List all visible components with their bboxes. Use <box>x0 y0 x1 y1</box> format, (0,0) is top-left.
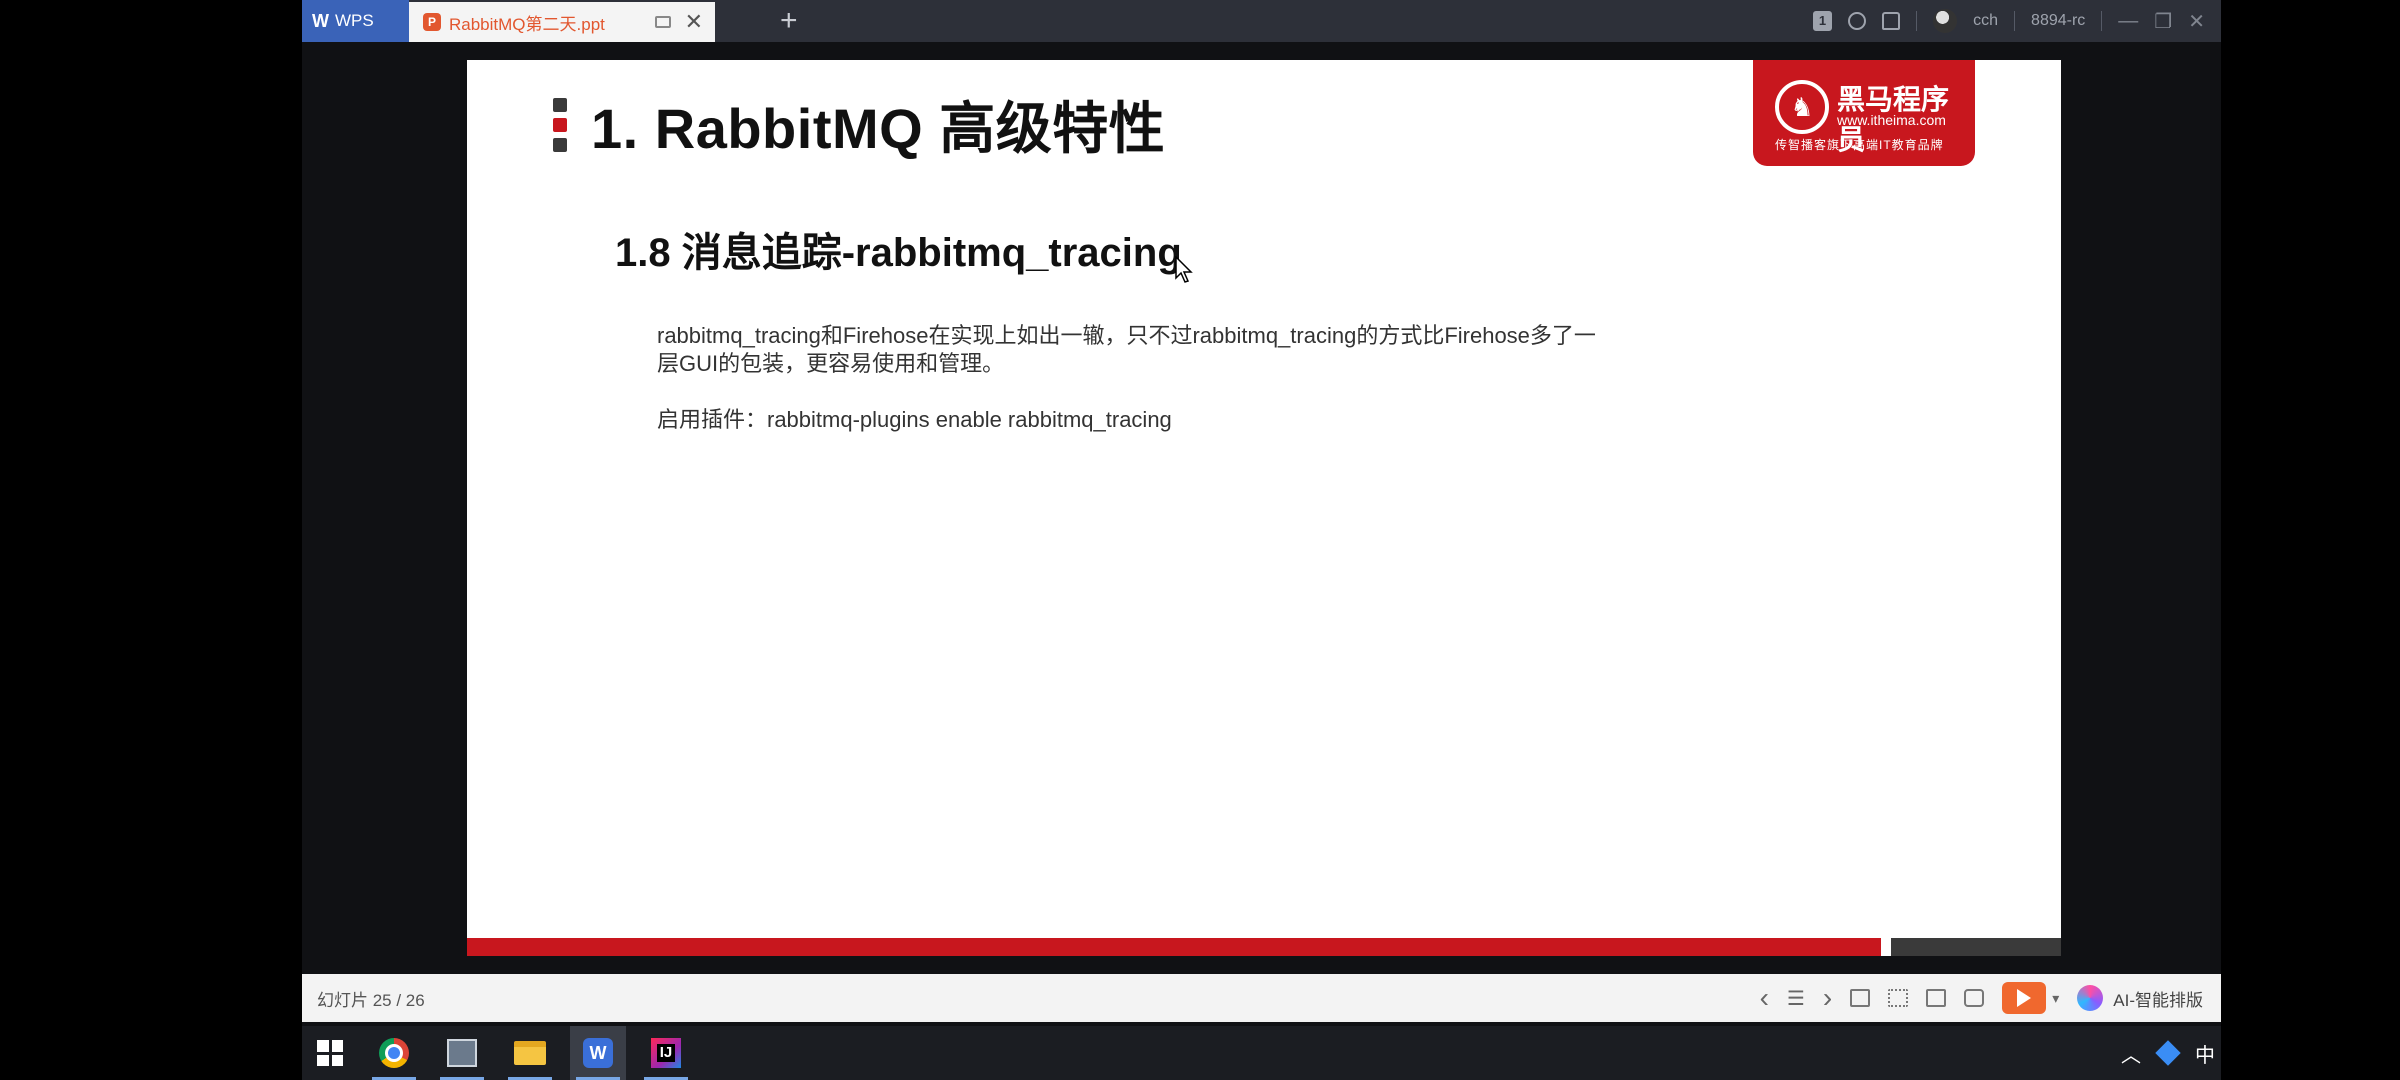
wps-app-icon: W <box>583 1038 613 1068</box>
ai-layout-button[interactable]: AI-智能排版 <box>2113 986 2203 1011</box>
slide-list-icon[interactable]: ☰ <box>1787 986 1805 1011</box>
page-indicator-badge[interactable]: 1 <box>1812 11 1833 31</box>
ppt-file-icon: P <box>423 13 441 31</box>
logo-slogan: 传智播客旗下高端IT教育品牌 <box>1775 138 1944 152</box>
taskbar-chrome[interactable] <box>366 1026 422 1080</box>
theme-icon[interactable] <box>1882 12 1901 30</box>
tab-close-icon[interactable]: ✕ <box>685 9 703 35</box>
taskbar-photos[interactable] <box>434 1026 490 1080</box>
user-id: 8894-rc <box>2031 12 2086 29</box>
wps-home-tab[interactable]: W WPS <box>302 0 409 42</box>
chrome-icon <box>379 1038 409 1068</box>
wps-app-name: WPS <box>335 11 374 30</box>
divider <box>2014 11 2016 31</box>
slide-sorter-icon[interactable] <box>1888 989 1909 1007</box>
slide-canvas[interactable]: 1. RabbitMQ 高级特性 ♞ 黑马程序员 www.itheima.com… <box>467 60 2061 956</box>
mouse-cursor-icon <box>1175 256 1193 283</box>
system-tray: ︿ 中 <box>2103 1026 2215 1080</box>
title-bar: W WPS P RabbitMQ第二天.ppt ✕ + 1 cch 8894-r… <box>302 0 2221 42</box>
slide-title: 1. RabbitMQ 高级特性 <box>591 97 1166 160</box>
wps-window: W WPS P RabbitMQ第二天.ppt ✕ + 1 cch 8894-r… <box>302 0 2221 1080</box>
status-bar: 幻灯片 25 / 26 ‹ ☰ › ▾ AI-智能排版 <box>302 974 2221 1022</box>
start-button[interactable] <box>302 1026 358 1080</box>
prev-slide-button[interactable]: ‹ <box>1760 982 1769 1014</box>
divider <box>1916 11 1918 31</box>
plugin-command-text: 启用插件：rabbitmq-plugins enable rabbitmq_tr… <box>657 407 1172 432</box>
new-tab-button[interactable]: + <box>780 4 798 38</box>
user-name[interactable]: cch <box>1973 12 1998 30</box>
close-window-button[interactable]: ✕ <box>2188 9 2205 34</box>
tray-expand-icon[interactable]: ︿ <box>2121 1039 2141 1068</box>
play-options-dropdown[interactable]: ▾ <box>2052 990 2059 1007</box>
tray-app-icon[interactable] <box>2155 1040 2181 1066</box>
input-method-indicator[interactable]: 中 <box>2195 1039 2215 1068</box>
document-tab[interactable]: P RabbitMQ第二天.ppt ✕ <box>409 2 715 42</box>
logo-url: www.itheima.com <box>1837 112 1946 128</box>
divider <box>2101 11 2103 31</box>
camera-icon[interactable] <box>1964 989 1985 1007</box>
taskbar-wps[interactable]: W <box>570 1026 626 1080</box>
intellij-icon: IJ <box>651 1038 681 1068</box>
title-bar-right: 1 cch 8894-rc — ❐ ✕ <box>1812 0 2221 42</box>
taskbar-file-explorer[interactable] <box>502 1026 558 1080</box>
minimize-button[interactable]: — <box>2118 10 2138 33</box>
restore-button[interactable]: ❐ <box>2154 9 2172 34</box>
footer-dark-bar <box>1891 938 2061 956</box>
windows-logo-icon <box>317 1040 343 1066</box>
ai-orb-icon[interactable] <box>2077 985 2104 1011</box>
slide-counter: 幻灯片 25 / 26 <box>317 990 425 1010</box>
user-avatar[interactable] <box>1933 9 1958 33</box>
next-slide-button[interactable]: › <box>1823 982 1832 1014</box>
tab-pin-icon[interactable] <box>654 16 671 28</box>
title-bullet-icon <box>553 98 567 154</box>
status-bar-controls: ‹ ☰ › ▾ AI-智能排版 <box>1760 974 2221 1022</box>
folder-icon <box>514 1041 546 1065</box>
windows-taskbar: W IJ ︿ 中 <box>302 1026 2221 1080</box>
play-slideshow-button[interactable] <box>2002 982 2047 1014</box>
body-text-line1: rabbitmq_tracing和Firehose在实现上如出一辙，只不过rab… <box>657 323 1596 348</box>
itheima-logo: ♞ 黑马程序员 www.itheima.com 传智播客旗下高端IT教育品牌 <box>1753 60 1975 166</box>
wps-logo-icon: W <box>312 10 329 31</box>
reading-view-icon[interactable] <box>1926 989 1947 1007</box>
document-tab-title: RabbitMQ第二天.ppt <box>449 14 605 34</box>
taskbar-intellij[interactable]: IJ <box>638 1026 694 1080</box>
horse-logo-icon: ♞ <box>1775 80 1829 134</box>
slide-subtitle: 1.8 消息追踪-rabbitmq_tracing <box>615 231 1182 275</box>
photo-viewer-icon <box>447 1039 477 1067</box>
footer-red-bar <box>467 938 1881 956</box>
skin-icon[interactable] <box>1848 12 1867 30</box>
body-text-line2: 层GUI的包装，更容易使用和管理。 <box>657 351 1005 376</box>
play-icon <box>2017 989 2032 1007</box>
normal-view-icon[interactable] <box>1850 989 1871 1007</box>
